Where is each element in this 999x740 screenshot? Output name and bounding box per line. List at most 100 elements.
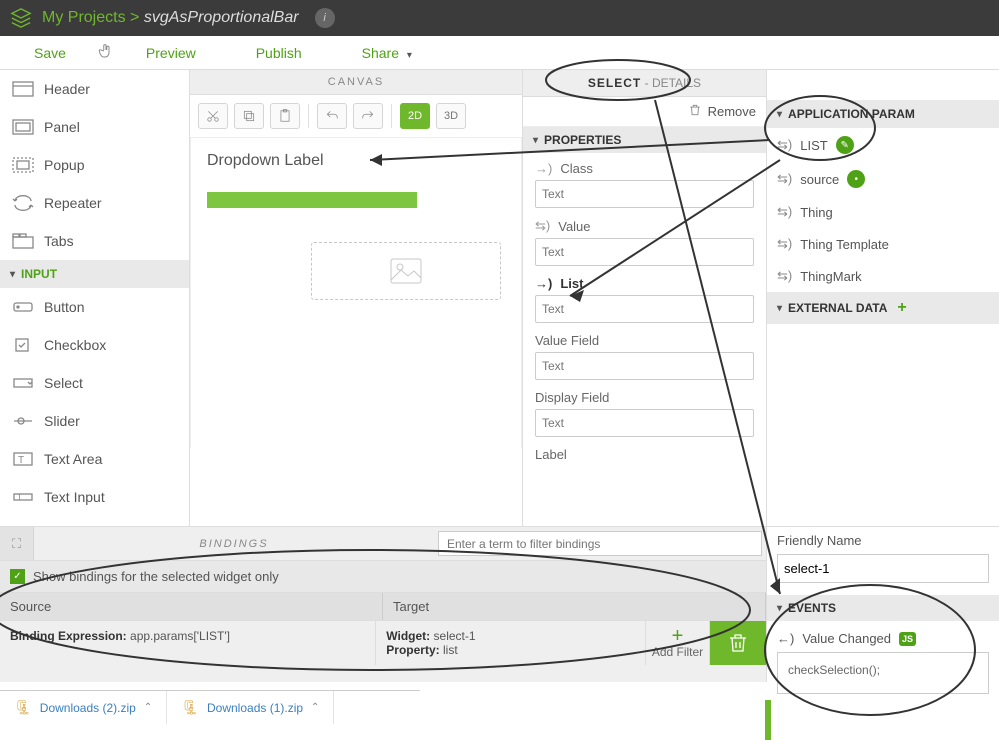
event-value-changed[interactable]: ←) Value Changed JS bbox=[777, 621, 989, 652]
dropdown-label: Dropdown Label bbox=[207, 152, 505, 170]
save-button[interactable]: Save bbox=[20, 39, 80, 67]
bindings-scope-label: Show bindings for the selected widget on… bbox=[33, 569, 279, 584]
chevron-down-icon: ▾ bbox=[407, 50, 412, 61]
event-body-input[interactable]: checkSelection(); bbox=[777, 652, 989, 694]
widget-palette: Header Panel Popup Repeater Tabs ▾ INPUT… bbox=[0, 70, 190, 526]
share-label: Share bbox=[362, 45, 399, 61]
widget-popup[interactable]: Popup bbox=[0, 146, 189, 184]
widget-header[interactable]: Header bbox=[0, 70, 189, 108]
image-icon bbox=[390, 258, 422, 284]
chevron-up-icon[interactable]: ⌃ bbox=[311, 702, 319, 713]
checkbox-icon bbox=[12, 336, 34, 354]
download-name: Downloads (1).zip bbox=[207, 701, 303, 715]
edit-icon[interactable]: ✎ bbox=[836, 136, 854, 154]
widget-slider[interactable]: Slider bbox=[0, 402, 189, 440]
add-filter-button[interactable]: + Add Filter bbox=[646, 621, 710, 665]
widget-repeater[interactable]: Repeater bbox=[0, 184, 189, 222]
param-thingmark[interactable]: ⇆) ThingMark bbox=[767, 260, 999, 292]
view-2d-button[interactable]: 2D bbox=[400, 103, 430, 129]
target-widget-label: Widget: bbox=[386, 629, 430, 643]
widget-label: Popup bbox=[44, 157, 84, 173]
section-events[interactable]: ▾ EVENTS bbox=[767, 595, 999, 621]
svg-text:T: T bbox=[18, 455, 24, 466]
bindings-scope-checkbox[interactable]: ✓ bbox=[10, 569, 25, 584]
redo-button[interactable] bbox=[353, 103, 383, 129]
section-input[interactable]: ▾ INPUT bbox=[0, 260, 189, 288]
widget-select[interactable]: Select bbox=[0, 364, 189, 402]
prop-label: List bbox=[560, 276, 583, 291]
section-label: EXTERNAL DATA bbox=[788, 301, 887, 315]
prop-class-input[interactable] bbox=[535, 180, 754, 208]
section-app-params[interactable]: ▾ APPLICATION PARAM bbox=[767, 100, 999, 128]
bind-out-icon[interactable]: →) bbox=[535, 161, 552, 176]
view-3d-button[interactable]: 3D bbox=[436, 103, 466, 129]
breadcrumb-root[interactable]: My Projects bbox=[42, 9, 126, 26]
download-item[interactable]: 🗜 Downloads (2).zip ⌃ bbox=[0, 691, 167, 724]
publish-button[interactable]: Publish bbox=[242, 39, 316, 67]
svg-text:T: T bbox=[17, 493, 22, 502]
prop-displayfield-input[interactable] bbox=[535, 409, 754, 437]
section-label: INPUT bbox=[21, 267, 57, 281]
resize-handle[interactable] bbox=[765, 700, 771, 740]
bind-both-icon: ⇆) bbox=[777, 236, 792, 252]
section-properties[interactable]: ▾ PROPERTIES bbox=[523, 127, 766, 153]
section-external-data[interactable]: ▾ EXTERNAL DATA + bbox=[767, 292, 999, 324]
add-icon[interactable]: + bbox=[897, 299, 906, 317]
bind-both-icon: ⇆) bbox=[777, 204, 792, 220]
target-prop-label: Property: bbox=[386, 643, 439, 657]
info-icon[interactable]: i bbox=[315, 8, 335, 28]
prop-displayfield: Display Field bbox=[523, 382, 766, 439]
bindings-panel: ⛶ BINDINGS ✓ Show bindings for the selec… bbox=[0, 527, 766, 682]
prop-label: Value Field bbox=[535, 333, 599, 348]
canvas-area[interactable]: Dropdown Label bbox=[190, 138, 522, 448]
cut-button[interactable] bbox=[198, 103, 228, 129]
binding-target: Widget: select-1 Property: list bbox=[376, 621, 646, 665]
paste-button[interactable] bbox=[270, 103, 300, 129]
main-menu: Save Preview Publish Share ▾ bbox=[0, 36, 999, 70]
param-thingtemplate[interactable]: ⇆) Thing Template bbox=[767, 228, 999, 260]
chevron-up-icon[interactable]: ⌃ bbox=[144, 702, 152, 713]
binding-source-value: app.params['LIST'] bbox=[130, 629, 230, 643]
bind-both-icon[interactable]: ⇆) bbox=[535, 218, 550, 234]
prop-value: ⇆)Value bbox=[523, 210, 766, 268]
panel-icon bbox=[12, 118, 34, 136]
prop-value-input[interactable] bbox=[535, 238, 754, 266]
bind-out-icon[interactable]: →) bbox=[535, 276, 552, 291]
prop-list-input[interactable] bbox=[535, 295, 754, 323]
preview-button[interactable]: Preview bbox=[132, 39, 210, 67]
param-list[interactable]: ⇆) LIST ✎ bbox=[767, 128, 999, 162]
event-label: Value Changed bbox=[802, 631, 891, 646]
trash-icon[interactable] bbox=[688, 103, 702, 120]
details-title: SELECT - DETAILS bbox=[523, 70, 766, 97]
param-source[interactable]: ⇆) source • bbox=[767, 162, 999, 196]
add-filter-label: Add Filter bbox=[652, 645, 703, 659]
bind-both-icon: ⇆) bbox=[777, 137, 792, 153]
widget-textarea[interactable]: T Text Area bbox=[0, 440, 189, 478]
widget-checkbox[interactable]: Checkbox bbox=[0, 326, 189, 364]
image-placeholder-widget[interactable] bbox=[311, 242, 501, 300]
canvas-title: CANVAS bbox=[190, 70, 522, 95]
interaction-mode-icon[interactable] bbox=[86, 42, 126, 63]
share-button[interactable]: Share ▾ bbox=[348, 39, 426, 67]
widget-tabs[interactable]: Tabs bbox=[0, 222, 189, 260]
copy-button[interactable] bbox=[234, 103, 264, 129]
prop-valuefield-input[interactable] bbox=[535, 352, 754, 380]
tabs-icon bbox=[12, 232, 34, 250]
remove-button[interactable]: Remove bbox=[708, 104, 756, 119]
dropdown-widget[interactable]: Dropdown Label bbox=[207, 152, 505, 208]
bindings-filter-input[interactable] bbox=[438, 531, 762, 556]
expand-icon[interactable]: ⛶ bbox=[0, 527, 34, 560]
delete-binding-button[interactable] bbox=[710, 621, 766, 665]
undo-button[interactable] bbox=[317, 103, 347, 129]
target-prop-value: list bbox=[443, 643, 458, 657]
textinput-icon: T bbox=[12, 488, 34, 506]
plus-icon: + bbox=[672, 627, 684, 645]
prop-list: →) List bbox=[523, 268, 766, 325]
widget-textinput[interactable]: T Text Input bbox=[0, 478, 189, 516]
param-thing[interactable]: ⇆) Thing bbox=[767, 196, 999, 228]
widget-button[interactable]: Button bbox=[0, 288, 189, 326]
param-label: ThingMark bbox=[800, 269, 861, 284]
download-item[interactable]: 🗜 Downloads (1).zip ⌃ bbox=[167, 691, 334, 724]
widget-panel[interactable]: Panel bbox=[0, 108, 189, 146]
friendly-name-input[interactable] bbox=[777, 554, 989, 583]
